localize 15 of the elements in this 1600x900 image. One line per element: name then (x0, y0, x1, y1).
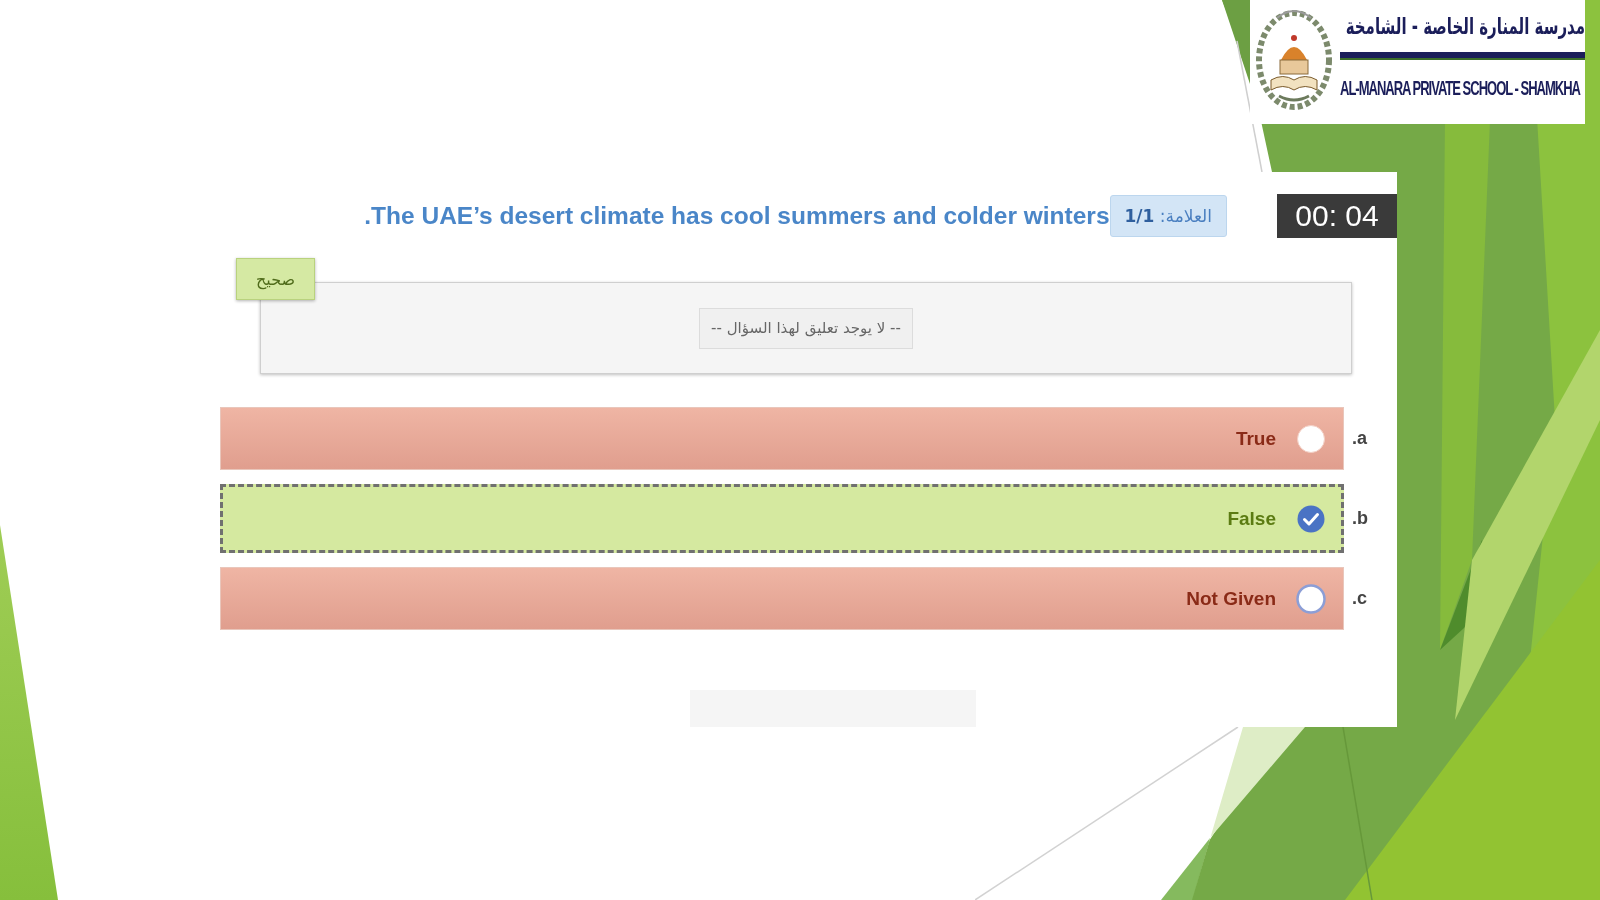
radio-button[interactable] (1296, 503, 1326, 534)
option-letter: .c (1352, 588, 1367, 609)
option-letter: .b (1352, 508, 1368, 529)
comment-box: -- لا يوجد تعليق لهذا السؤال -- (699, 307, 913, 349)
answer-option[interactable]: False (220, 484, 1344, 553)
answer-option[interactable]: Not Given (220, 567, 1344, 630)
radio-button[interactable] (1296, 423, 1326, 454)
answer-option[interactable]: True (220, 407, 1344, 470)
option-letter: .a (1352, 428, 1367, 449)
result-badge: صحيح (236, 258, 315, 300)
question-text: .The UAE’s desert climate has cool summers and colder winters (364, 202, 1110, 230)
timer-display: 00: 04 (1277, 194, 1397, 238)
logo-arabic-text: مدرسة المنارة الخاصة - الشامخة (1345, 11, 1585, 42)
radio-button[interactable] (1296, 583, 1326, 614)
logo-english-text: AL-MANARA PRIVATE SCHOOL - SHAMKHA (1340, 75, 1580, 99)
